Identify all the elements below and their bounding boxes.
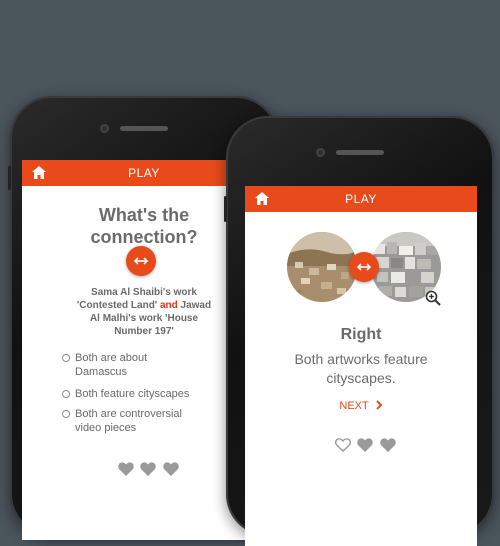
heart-icon: [380, 438, 396, 452]
result-line-2: cityscapes.: [326, 370, 396, 386]
pair-description: Sama Al Shaibi's work 'Contested Land' a…: [32, 286, 256, 338]
right-phone-side-button: [224, 196, 227, 222]
radio-button[interactable]: [62, 354, 70, 362]
desc-part-4: Al Malhi's work 'House: [89, 313, 199, 324]
zoom-in-icon[interactable]: [425, 290, 441, 306]
left-phone-speaker: [120, 126, 168, 131]
right-phone-speaker: [336, 150, 384, 155]
swap-button[interactable]: [349, 252, 379, 282]
right-phone: PLAY Right Both artworks feature citysca…: [224, 116, 494, 546]
result-title: Right: [340, 326, 382, 343]
header-title: PLAY: [345, 192, 377, 206]
next-button[interactable]: NEXT: [245, 400, 477, 412]
swap-button[interactable]: [126, 246, 156, 276]
heart-icon: [140, 462, 157, 476]
lives-hearts: [335, 438, 398, 457]
chevron-right-icon: [375, 400, 383, 410]
right-phone-camera: [316, 148, 325, 157]
desc-part-3: Jawad: [180, 300, 212, 311]
answer-option-text: Both feature cityscapes: [75, 388, 190, 400]
radio-button[interactable]: [62, 410, 70, 418]
desc-part-2: 'Contested Land': [76, 300, 158, 311]
swap-arrows-icon: [356, 263, 372, 271]
right-header: PLAY: [245, 186, 477, 212]
left-phone-side-button: [8, 166, 11, 190]
answer-option-text: Both are about Damascus: [75, 352, 148, 378]
desc-and: and: [159, 300, 178, 311]
heart-icon: [357, 438, 374, 452]
swap-arrows-icon: [133, 257, 149, 265]
desc-part-1: Sama Al Shaibi's work: [91, 287, 197, 298]
answer-option-text: Both are controversial video pieces: [75, 408, 182, 434]
heart-outline-icon: [335, 438, 351, 452]
left-phone-camera: [100, 124, 109, 133]
result-explanation: Both artworks feature cityscapes.: [245, 350, 477, 388]
right-screen: PLAY Right Both artworks feature citysca…: [245, 186, 477, 546]
result-line-1: Both artworks feature: [294, 351, 428, 367]
next-label: NEXT: [339, 400, 369, 412]
heart-icon: [163, 462, 179, 476]
heart-icon: [118, 462, 134, 476]
desc-part-5: Number 197': [114, 326, 174, 337]
radio-button[interactable]: [62, 390, 70, 398]
artwork-image-contested-land[interactable]: [287, 232, 357, 302]
lives-hearts: [118, 462, 181, 481]
